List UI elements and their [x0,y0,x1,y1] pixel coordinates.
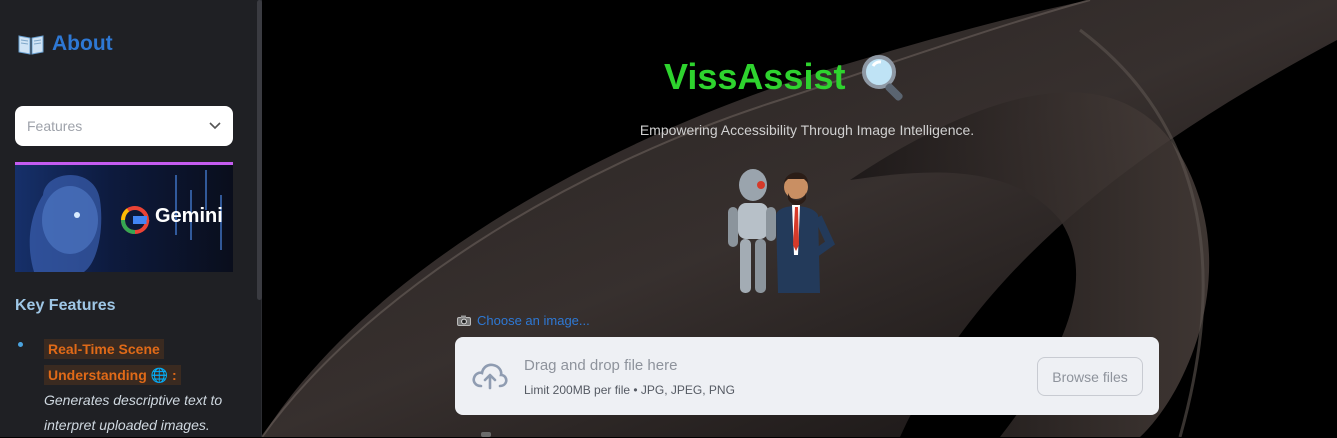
google-g-icon [120,205,150,235]
next-element-peek [481,432,491,437]
cloud-upload-icon [472,363,508,390]
magnifier-icon [862,55,904,101]
page-title: VissAssist [664,52,911,102]
globe-icon: 🌐 [150,367,169,383]
feature-list-item: Real-Time Scene Understanding 🌐 : Genera… [18,336,243,438]
about-heading: About [18,32,113,56]
subtitle: Empowering Accessibility Through Image I… [639,122,975,138]
about-label: About [52,32,113,55]
feature-title-suffix: : [172,367,177,383]
dropzone-instruction: Drag and drop file here [524,357,678,374]
choose-image-text: Choose an image... [477,313,590,328]
app-title: VissAssist [664,56,846,97]
camera-icon [457,315,471,326]
key-features-heading: Key Features [15,297,116,314]
sidebar-scrollbar[interactable] [257,0,262,300]
robot-and-businessman-illustration [728,169,836,293]
gemini-banner-image: Gemini [15,162,233,272]
feature-description: Generates descriptive text to interpret … [44,392,223,433]
book-icon [18,35,44,55]
dropzone-limit-text: Limit 200MB per file • JPG, JPEG, PNG [524,383,735,397]
feature-title-part2: Understanding [48,367,147,383]
bullet [18,342,23,347]
banner-brand-text: Gemini [155,205,223,227]
browse-files-button[interactable]: Browse files [1037,357,1143,396]
file-dropzone[interactable]: Drag and drop file here Limit 200MB per … [455,337,1159,415]
sidebar: About Features Gemini Key Features Real-… [0,0,262,437]
choose-image-label: Choose an image... [457,313,590,328]
feature-title: Real-Time Scene Understanding 🌐 : [44,336,181,388]
feature-title-part1: Real-Time Scene [44,339,164,359]
